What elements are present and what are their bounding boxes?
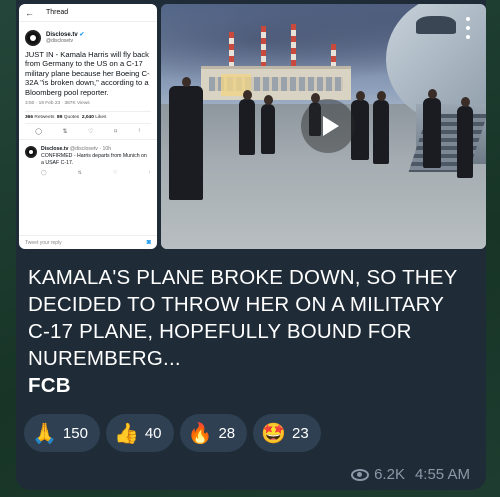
eye-icon [351,468,370,481]
person [239,90,255,155]
reactions-bar: 🙏 150 👍 40 🔥 28 🤩 23 [24,414,321,452]
fire-emoji-icon: 🔥 [187,421,213,445]
chimney [291,24,296,72]
reply-text: CONFIRMED - Harris departs from Munich o… [41,152,147,166]
tweet-author-row: Disclose.tv ✔ @disclosetv [19,22,157,46]
person [169,77,203,200]
tweet-reply: Disclose.tv @disclosetv · 10h CONFIRMED … [19,140,157,166]
reaction-count: 23 [292,424,309,442]
message-time: 4:55 AM [414,466,470,483]
tweet-reply-placeholder: Tweet your reply [25,239,62,246]
verified-badge-icon: ✔ [79,31,85,38]
tweet-reply-bar: Tweet your reply ◙ [19,235,157,249]
video-thumbnail[interactable] [161,4,486,249]
reply-author-handle: @disclosetv · 10h [69,146,112,153]
tweet-header: ← Thread [19,4,157,22]
tweet-body: JUST IN - Kamala Harris will fly back fr… [25,50,150,97]
tweet-stats: 366 Retweets 89 Quotes 2,040 Likes [25,111,151,125]
reaction-count: 28 [218,424,236,442]
plane-cockpit [416,16,456,34]
reply-author-name: Disclose.tv [41,146,69,153]
back-arrow-icon: ← [25,7,34,18]
message-meta: 6.2K 4:55 AM [351,466,470,483]
reaction-thumbs-up[interactable]: 👍 40 [105,414,174,452]
share-icon: ↑ [137,128,141,135]
tweet-screenshot[interactable]: ← Thread Disclose.tv ✔ @disclosetv JUST … [19,4,157,249]
reaction-fire[interactable]: 🔥 28 [179,414,248,452]
caption-text: KAMALA'S PLANE BROKE DOWN, SO THEY DECID… [28,266,458,370]
avatar [25,30,41,46]
reply-icon: ◯ [41,170,47,177]
tweet-meta: 3:50 · 19 Feb 23 · 387K Views [25,101,90,107]
thumbs-up-emoji-icon: 👍 [113,421,139,445]
tweet-header-title: Thread [46,9,69,16]
play-icon[interactable] [301,99,355,153]
pray-emoji-icon: 🙏 [32,421,57,445]
retweet-icon: ⇅ [62,129,68,136]
retweet-icon: ⇅ [77,170,82,177]
like-icon: ♡ [112,170,118,177]
avatar [25,146,37,159]
like-icon: ♡ [88,129,94,136]
camera-icon: ◙ [146,239,151,246]
star-struck-emoji-icon: 🤩 [261,421,287,445]
tweet-actions: ◯ ⇅ ♡ ⌑ ↑ [19,124,157,141]
person [457,97,473,178]
person [423,89,441,168]
media-group: ← Thread Disclose.tv ✔ @disclosetv JUST … [16,0,486,252]
bookmark-icon: ⌑ [114,129,118,136]
more-vertical-icon[interactable] [458,14,478,42]
share-icon: ↑ [148,170,151,177]
caption-signature: FCB [28,374,71,397]
view-count: 6.2K [374,466,405,483]
reaction-star-struck[interactable]: 🤩 23 [253,414,321,452]
channel-message[interactable]: ← Thread Disclose.tv ✔ @disclosetv JUST … [16,0,486,490]
tweet-author-handle: @disclosetv [46,37,74,44]
reaction-pray[interactable]: 🙏 150 [24,414,100,452]
reaction-count: 40 [144,424,162,442]
reply-icon: ◯ [35,129,42,136]
person [261,95,275,154]
person [373,91,389,164]
message-text: KAMALA'S PLANE BROKE DOWN, SO THEY DECID… [28,264,468,399]
reaction-count: 150 [62,424,88,442]
reply-actions: ◯ ⇅ ♡ ↑ [19,166,157,176]
